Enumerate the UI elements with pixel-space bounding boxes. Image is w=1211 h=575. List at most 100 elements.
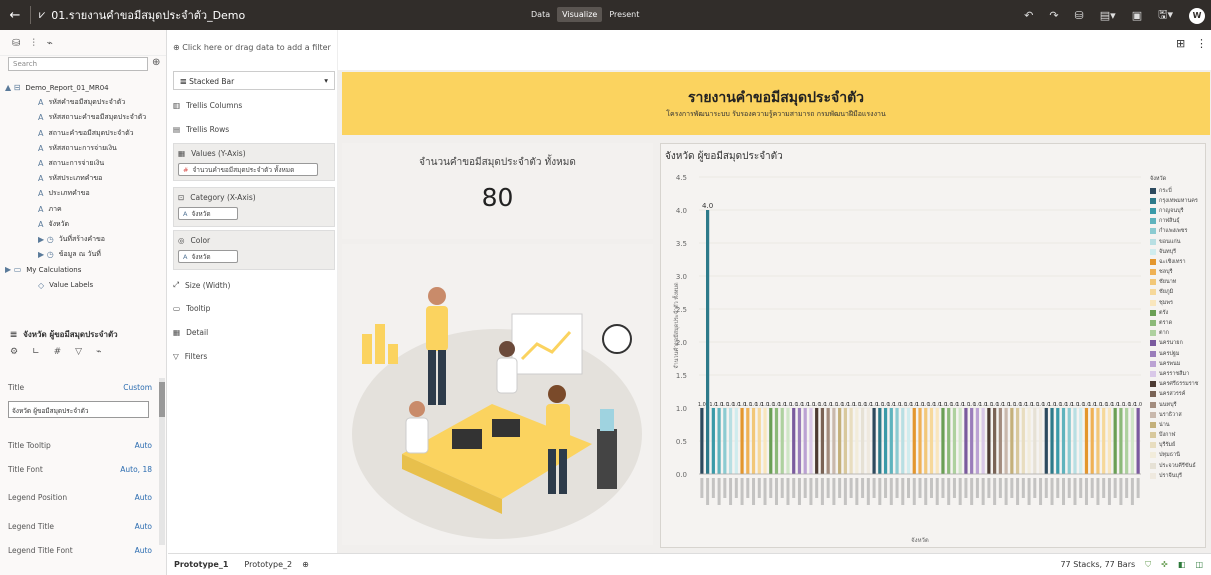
canvas-grid-icon[interactable]: ⊞ <box>1176 37 1185 50</box>
legend-item[interactable]: บุรีรัมย์ <box>1150 440 1210 450</box>
legend-item[interactable]: ชัยภูมิ <box>1150 287 1210 297</box>
analytics-icon[interactable]: ⌁ <box>47 38 53 49</box>
legend-item[interactable]: กาญจนบุรี <box>1150 206 1210 216</box>
legend-item[interactable]: กระบี่ <box>1150 186 1210 196</box>
values-tab-icon[interactable]: # <box>54 347 62 357</box>
analytics-tab-icon[interactable]: ⌁ <box>96 347 101 357</box>
legend-item[interactable]: นครพนม <box>1150 359 1210 369</box>
legend-item[interactable]: กำแพงเพชร <box>1150 226 1210 236</box>
tree-item[interactable]: ▶ ▭ My Calculations <box>0 262 167 277</box>
tree-item[interactable]: ▲ ⊟ Demo_Report_01_MR04 <box>0 80 167 95</box>
avatar[interactable]: W <box>1189 7 1205 24</box>
values-pill[interactable]: # จำนวนคำขอมีสมุดประจำตัว ทั้งหมด <box>178 163 318 176</box>
general-tab-icon[interactable]: ⚙ <box>10 347 18 357</box>
legend-item[interactable]: กาฬสินธุ์ <box>1150 216 1210 226</box>
tree-item[interactable]: ▶ ◷ วันที่สร้างคำขอ <box>0 232 167 247</box>
property-row[interactable]: Title Tooltip Auto <box>8 441 152 450</box>
workbook-title[interactable]: 01.รายงานคำขอมีสมุดประจำตัว_Demo <box>51 6 245 24</box>
legend-item[interactable]: ฉะเชิงเทรา <box>1150 257 1210 267</box>
tree-item[interactable]: A รหัสสถานะการจ่ายเงิน <box>0 141 167 156</box>
legend-item[interactable]: น่าน <box>1150 420 1210 430</box>
values-drop[interactable]: ▦ Values (Y-Axis) # จำนวนคำขอมีสมุดประจำตั… <box>173 149 335 176</box>
detail-drop[interactable]: ▦ Detail <box>173 328 335 337</box>
tooltip-drop[interactable]: ▭ Tooltip <box>173 304 335 313</box>
legend-item[interactable]: ประจวบคีรีขันธ์ <box>1150 461 1210 471</box>
legend-item[interactable]: ชัยนาท <box>1150 277 1210 287</box>
color-drop[interactable]: ◎ Color A จังหวัด <box>173 236 335 263</box>
tree-item[interactable]: A รหัสประเภทคำขอ <box>0 171 167 186</box>
add-data-icon[interactable]: ⊕ <box>152 57 160 68</box>
legend-item[interactable]: จันทบุรี <box>1150 247 1210 257</box>
size-drop[interactable]: ⤢ Size (Width) <box>173 280 335 290</box>
legend-item[interactable]: นราธิวาส <box>1150 410 1210 420</box>
color-pill[interactable]: A จังหวัด <box>178 250 238 263</box>
filters-drop[interactable]: ▽ Filters <box>173 352 335 361</box>
layout-menu-icon[interactable]: ▤▾ <box>1100 9 1116 22</box>
data-panel-icon[interactable]: ⛁ <box>12 38 20 49</box>
legend-item[interactable]: นครสวรรค์ <box>1150 389 1210 399</box>
legend-item[interactable]: นครปฐม <box>1150 349 1210 359</box>
tree-item[interactable]: ◇ Value Labels <box>0 277 167 292</box>
legend-item[interactable]: นครนายก <box>1150 338 1210 348</box>
property-row[interactable]: Legend Title Font Auto <box>8 546 152 555</box>
search-input[interactable]: Search <box>8 57 148 71</box>
legend-item[interactable]: นครราชสีมา <box>1150 369 1210 379</box>
title-field[interactable]: จังหวัด ผู้ขอมีสมุดประจำตัว <box>8 401 149 418</box>
axis-tab-icon[interactable]: ∟ <box>32 347 40 357</box>
title-banner[interactable]: รายงานคำขอมีสมุดประจำตัว โครงการพัฒนาระบ… <box>342 72 1210 135</box>
tree-item[interactable]: A รหัสคำขอมีสมุดประจำตัว <box>0 95 167 110</box>
undo-icon[interactable]: ↶ <box>1024 9 1033 22</box>
bar-chart-tile[interactable]: จังหวัด ผู้ขอมีสมุดประจำตัว 0.0 0.5 1.0 1.5… <box>660 143 1206 548</box>
more-icon[interactable]: ⋮ <box>1196 37 1207 50</box>
tab-prototype-2[interactable]: Prototype_2 <box>244 560 292 569</box>
property-value[interactable]: Custom <box>123 383 152 392</box>
property-value[interactable]: Auto <box>135 441 152 450</box>
tree-item[interactable]: A รหัสสถานะคำขอมีสมุดประจำตัว <box>0 110 167 125</box>
property-value[interactable]: Auto <box>135 546 152 555</box>
preview-icon[interactable]: ▣ <box>1132 9 1142 22</box>
filter-status-icon[interactable]: ⛉ <box>1145 560 1151 570</box>
legend-item[interactable]: ตราด <box>1150 318 1210 328</box>
property-row[interactable]: Legend Position Auto <box>8 493 152 502</box>
tree-item[interactable]: A ภาค <box>0 202 167 217</box>
tree-item[interactable]: ▶ ◷ ข้อมูล ณ วันที่ <box>0 247 167 262</box>
legend-item[interactable]: ตรัง <box>1150 308 1210 318</box>
bar-chart[interactable]: 0.00.51.01.52.02.53.03.54.04.5จำนวนคำขอม… <box>661 144 1149 548</box>
legend-item[interactable]: บึงกาฬ <box>1150 430 1210 440</box>
layout-icon[interactable]: ◧ <box>1178 560 1186 570</box>
category-pill[interactable]: A จังหวัด <box>178 207 238 220</box>
legend-item[interactable]: ตาก <box>1150 328 1210 338</box>
property-row[interactable]: Title Font Auto, 18 <box>8 465 152 474</box>
category-drop[interactable]: ⊡ Category (X-Axis) A จังหวัด <box>173 193 335 220</box>
tree-item[interactable]: A สถานะการจ่ายเงิน <box>0 156 167 171</box>
tab-visualize[interactable]: Visualize <box>557 7 603 22</box>
back-arrow-icon[interactable]: ← <box>0 8 30 23</box>
tab-data[interactable]: Data <box>526 7 555 22</box>
legend-item[interactable]: นนทบุรี <box>1150 399 1210 409</box>
redo-icon[interactable]: ↷ <box>1049 9 1058 22</box>
pin-icon[interactable]: ✜ <box>1161 560 1168 570</box>
save-menu-icon[interactable]: 🖫▾ <box>1158 6 1173 25</box>
legend-item[interactable]: ขอนแก่น <box>1150 236 1210 246</box>
properties-scrollbar[interactable] <box>159 378 165 545</box>
legend-item[interactable]: ชุมพร <box>1150 298 1210 308</box>
legend-item[interactable]: กรุงเทพมหานคร <box>1150 196 1210 206</box>
property-value[interactable]: Auto, 18 <box>120 465 152 474</box>
tree-item[interactable]: A จังหวัด <box>0 217 167 232</box>
trellis-rows[interactable]: ▤ Trellis Rows <box>173 125 335 134</box>
refresh-data-icon[interactable]: ⛁ <box>1075 9 1084 22</box>
tree-item[interactable]: A ประเภทคำขอ <box>0 186 167 201</box>
trellis-columns[interactable]: ▥ Trellis Columns <box>173 101 335 110</box>
legend-item[interactable]: ชลบุรี <box>1150 267 1210 277</box>
legend-item[interactable]: ปทุมธานี <box>1150 450 1210 460</box>
filter-tab-icon[interactable]: ▽ <box>75 347 82 357</box>
layout-grid-icon[interactable]: ◫ <box>1195 560 1203 570</box>
filter-drop-bar[interactable]: ⊕ Click here or drag data to add a filte… <box>173 43 331 52</box>
visualizations-icon[interactable]: ⫶ <box>32 38 35 49</box>
legend-item[interactable]: นครศรีธรรมราช <box>1150 379 1210 389</box>
property-value[interactable]: Auto <box>135 493 152 502</box>
property-row[interactable]: Legend Title Auto <box>8 522 152 531</box>
tree-item[interactable]: A สถานะคำขอมีสมุดประจำตัว <box>0 126 167 141</box>
kpi-tile[interactable]: จำนวนคำขอมีสมุดประจำตัว ทั้งหมด 80 <box>342 143 653 239</box>
tab-prototype-1[interactable]: Prototype_1 <box>174 560 228 569</box>
